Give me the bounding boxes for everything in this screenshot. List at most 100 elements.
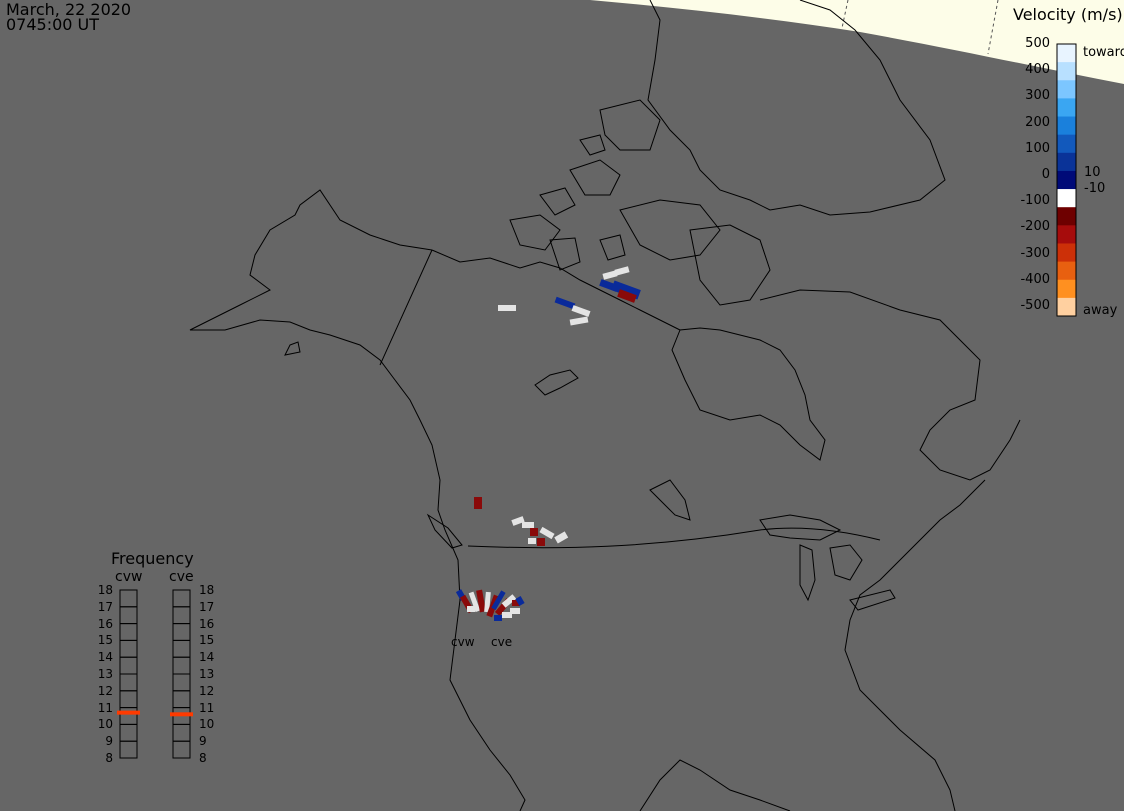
velocity-tick-label: 0: [1041, 167, 1050, 182]
velocity-tick-label: 500: [1025, 36, 1050, 51]
frequency-gauge-cell: [119, 639, 138, 658]
great-slave-lake: [649, 479, 691, 521]
frequency-gauges: [117, 589, 193, 759]
arctic-island: [549, 237, 581, 271]
frequency-tick-label: 9: [199, 734, 207, 749]
velocity-color-segment: [1057, 279, 1076, 299]
alaska-canada-border: [379, 249, 433, 366]
velocity-color-segment: [1057, 116, 1076, 136]
velocity-color-segment: [1057, 80, 1076, 99]
frequency-gauge-cell: [119, 606, 138, 625]
frequency-tick-label: 14: [97, 650, 113, 665]
velocity-tick-label: -100: [1020, 193, 1050, 209]
frequency-gauge-cell: [119, 589, 138, 608]
arctic-island: [284, 341, 301, 356]
frequency-tick-label: 8: [199, 751, 207, 765]
frequency-tick-label: 11: [199, 700, 215, 715]
velocity-tick-label: 300: [1025, 88, 1050, 104]
velocity-color-segment: [1057, 297, 1076, 317]
frequency-gauge-cell: [119, 707, 138, 725]
velocity-color-segment: [1057, 98, 1076, 118]
scatter-cell: [474, 497, 482, 509]
frequency-tick-label: 18: [97, 583, 113, 597]
velocity-toward-label: toward: [1083, 45, 1124, 60]
frequency-radar-cve: cve: [169, 569, 194, 585]
velocity-tick-label: -500: [1020, 298, 1050, 313]
frequency-gauge-cell: [172, 623, 191, 641]
scatter-cell: [539, 526, 555, 540]
frequency-tick-label: 8: [105, 751, 113, 765]
lake-michigan: [799, 544, 816, 602]
frequency-tick-label: 10: [199, 717, 215, 732]
frequency-tick-label: 14: [199, 650, 215, 665]
frequency-gauge-cell: [172, 673, 191, 692]
velocity-inner-label-pos: 10: [1084, 165, 1101, 180]
scatter-cell: [571, 305, 591, 317]
scatter-cell: [467, 606, 475, 612]
frequency-gauge-cell: [172, 589, 191, 608]
frequency-gauge-cell: [172, 639, 191, 658]
frequency-tick-label: 17: [97, 599, 113, 614]
frequency-gauge-cell: [172, 740, 191, 759]
scatter-cell: [498, 305, 516, 311]
frequency-tick-label: 16: [97, 616, 113, 631]
frequency-tick-label: 13: [199, 667, 215, 681]
radar-scatter-middle: [474, 497, 569, 546]
scatter-cell: [494, 615, 502, 621]
radar-scatter-north: [498, 266, 641, 326]
time-label: 0745:00 UT: [6, 15, 100, 34]
frequency-tick-label: 12: [97, 683, 113, 698]
scatter-cell: [614, 266, 630, 276]
map-canvas: [117, 0, 1124, 811]
scatter-cell: [522, 522, 534, 528]
frequency-tick-label: 18: [199, 583, 215, 597]
frequency-gauge-cell: [172, 723, 191, 742]
velocity-color-segment: [1057, 207, 1076, 226]
frequency-tick-label: 10: [97, 717, 113, 732]
frequency-gauge-cell: [119, 673, 138, 692]
vancouver-island: [426, 513, 463, 549]
velocity-inner-label-neg: -10: [1084, 181, 1106, 196]
velocity-color-segment: [1057, 243, 1076, 263]
scatter-cell: [554, 296, 576, 310]
arctic-island: [569, 159, 621, 196]
scatter-cell: [530, 528, 538, 536]
gulf-coast: [639, 759, 791, 811]
frequency-tick-label: 12: [199, 683, 215, 698]
arctic-island: [509, 214, 561, 251]
radar-site-label-cve: cve: [491, 635, 513, 649]
scatter-cell: [537, 538, 545, 546]
velocity-tick-label: 400: [1025, 62, 1050, 78]
frequency-marker-cvw: [117, 710, 140, 715]
arctic-island: [539, 187, 576, 216]
lake-superior: [759, 514, 842, 541]
velocity-color-segment: [1057, 62, 1076, 81]
radar-site-label-cvw: cvw: [451, 635, 475, 649]
frequency-gauge-cell: [172, 690, 191, 709]
frequency-gauge-cell: [119, 690, 138, 709]
frequency-tick-label: 9: [105, 734, 113, 749]
frequency-tick-label: 11: [97, 700, 113, 715]
labrador-coast: [759, 289, 1021, 481]
velocity-color-segment: [1057, 44, 1076, 63]
frequency-tick-label: 13: [97, 667, 113, 681]
frequency-title: Frequency: [111, 549, 194, 568]
scatter-cell: [554, 531, 569, 544]
arctic-island: [689, 224, 771, 306]
velocity-color-segment: [1057, 170, 1076, 190]
frequency-marker-cve: [170, 712, 193, 717]
velocity-color-segment: [1057, 134, 1076, 154]
arctic-island: [579, 134, 606, 156]
coastlines: [189, 0, 1021, 811]
lake-erie: [849, 589, 896, 611]
velocity-color-segment: [1057, 261, 1076, 281]
frequency-gauge-cell: [172, 606, 191, 625]
scatter-cell: [528, 538, 536, 544]
arctic-island: [599, 99, 661, 151]
velocity-color-segment: [1057, 152, 1076, 172]
velocity-tick-label: -200: [1020, 219, 1050, 235]
velocity-tick-label: -300: [1020, 245, 1050, 261]
frequency-tick-label: 15: [97, 633, 113, 648]
frequency-gauge-cell: [119, 723, 138, 742]
scatter-cell: [510, 608, 520, 614]
